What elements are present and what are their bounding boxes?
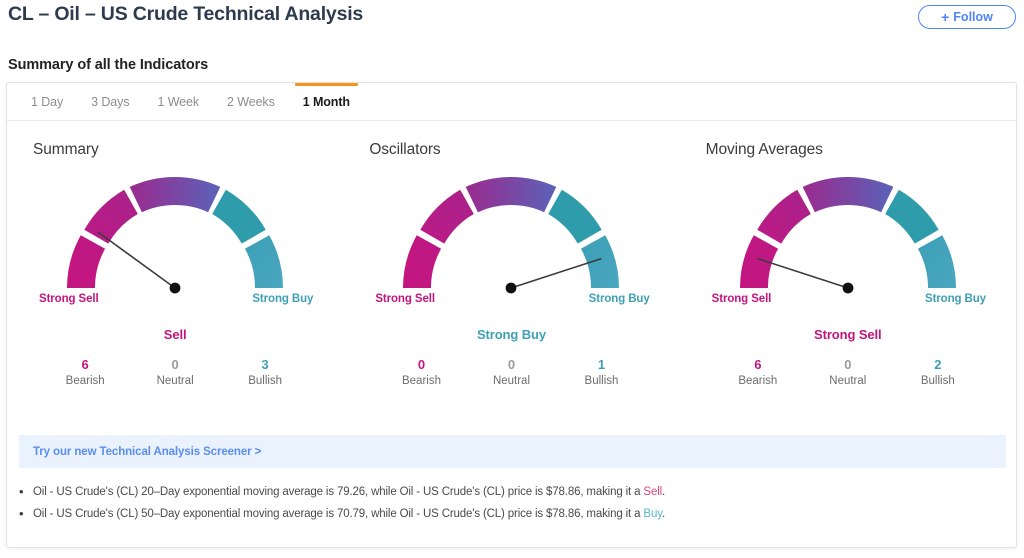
gauge-heading: Summary [33, 141, 99, 158]
timeframe-tabs: 1 Day 3 Days 1 Week 2 Weeks 1 Month [7, 83, 1016, 121]
bullet-item: • Oil - US Crude's (CL) 50–Day exponenti… [19, 503, 999, 525]
count-neutral: 0 Neutral [478, 357, 544, 389]
gauge-dial [728, 163, 968, 299]
gauge-verdict: Strong Buy [476, 327, 547, 342]
section-title: Summary of all the Indicators [8, 57, 209, 73]
count-bearish-value: 6 [754, 357, 762, 372]
follow-button[interactable]: + Follow [918, 5, 1016, 29]
count-bearish-label: Bearish [738, 375, 778, 387]
gauge-heading: Oscillators [369, 141, 441, 158]
gauge-hub [842, 282, 854, 294]
gauge-label-strong-sell: Strong Sell [39, 293, 99, 305]
bullet-suffix: . [662, 486, 666, 498]
technical-analysis-page: CL – Oil – US Crude Technical Analysis +… [0, 0, 1024, 558]
gauge-hub [169, 282, 181, 294]
gauge-label-strong-buy: Strong Buy [252, 293, 314, 305]
count-bullish-label: Bullish [920, 375, 955, 387]
count-neutral: 0 Neutral [142, 357, 208, 389]
count-bullish: 3 Bullish [232, 357, 298, 389]
screener-link[interactable]: Try our new Technical Analysis Screener … [33, 446, 261, 458]
summary-bullets: • Oil - US Crude's (CL) 20–Day exponenti… [19, 481, 999, 525]
bullet-verb: Sell [643, 486, 662, 498]
gauge-label-strong-buy: Strong Buy [588, 293, 650, 305]
count-bearish-label: Bearish [65, 375, 105, 387]
screener-banner: Try our new Technical Analysis Screener … [19, 435, 1006, 468]
follow-button-label: Follow [953, 10, 993, 24]
gauge-label-strong-buy: Strong Buy [925, 293, 986, 305]
count-bullish-label: Bullish [248, 375, 283, 387]
count-bearish-value: 0 [417, 357, 426, 372]
gauge-needle [97, 231, 176, 289]
bullet-prefix: Oil - US Crude's (CL) 20–Day exponential… [33, 486, 644, 498]
count-bullish-label: Bullish [584, 375, 619, 387]
bullet-verb: Buy [643, 508, 662, 520]
plus-icon: + [941, 9, 950, 25]
gauge-dial [55, 163, 295, 299]
count-bullish: 1 Bullish [568, 357, 634, 389]
gauge-verdict: Strong Sell [814, 327, 882, 342]
count-bullish: 2 Bullish [905, 357, 971, 389]
gauge-needle [757, 257, 849, 289]
tab-1-day[interactable]: 1 Day [17, 83, 77, 120]
bullet-item: • Oil - US Crude's (CL) 20–Day exponenti… [19, 481, 999, 503]
count-neutral-label: Neutral [492, 375, 531, 387]
count-neutral-label: Neutral [156, 375, 194, 387]
page-header: CL – Oil – US Crude Technical Analysis +… [0, 0, 1024, 46]
count-bullish-value: 1 [597, 357, 606, 372]
gauge-counts: 6 Bearish 0 Neutral 3 Bullish [52, 357, 298, 389]
tab-3-days[interactable]: 3 Days [77, 83, 143, 120]
indicators-card: 1 Day 3 Days 1 Week 2 Weeks 1 Month Summ… [6, 82, 1017, 548]
tab-label: 1 Day [31, 94, 64, 109]
bullet-marker-icon: • [19, 506, 24, 521]
gauge-counts: 0 Bearish 0 Neutral 1 Bullish [388, 357, 634, 389]
gauge-verdict: Sell [163, 327, 187, 342]
bullet-suffix: . [661, 508, 665, 520]
count-bullish-value: 2 [934, 357, 942, 372]
count-bearish: 6 Bearish [725, 357, 791, 389]
count-bearish-label: Bearish [401, 375, 441, 387]
tab-1-week[interactable]: 1 Week [143, 83, 213, 120]
count-neutral-value: 0 [171, 357, 179, 372]
gauge-needle [511, 257, 603, 289]
bullet-text: Oil - US Crude's (CL) 20–Day exponential… [33, 481, 999, 503]
gauge-hub [506, 282, 517, 294]
tab-label: 1 Week [157, 94, 200, 109]
gauge-arc-segments [403, 176, 620, 288]
tab-1-month[interactable]: 1 Month [289, 83, 364, 120]
tab-2-weeks[interactable]: 2 Weeks [213, 83, 289, 120]
gauge-label-strong-sell: Strong Sell [711, 293, 772, 305]
gauge-arc-segments [739, 176, 956, 288]
bullet-marker-icon: • [19, 484, 24, 499]
gauge-label-strong-sell: Strong Sell [375, 293, 435, 305]
tab-label: 3 Days [91, 94, 130, 109]
count-neutral-label: Neutral [829, 375, 867, 387]
gauge-heading: Moving Averages [705, 141, 823, 158]
count-neutral-value: 0 [844, 357, 852, 372]
count-neutral: 0 Neutral [815, 357, 881, 389]
tab-label: 2 Weeks [227, 94, 275, 109]
gauge-dial [391, 163, 631, 299]
page-title: CL – Oil – US Crude Technical Analysis [8, 3, 364, 25]
count-bullish-value: 3 [261, 357, 269, 372]
count-bearish: 0 Bearish [388, 357, 454, 389]
count-bearish-value: 6 [81, 357, 89, 372]
count-neutral-value: 0 [507, 357, 516, 372]
tab-label: 1 Month [302, 94, 350, 109]
count-bearish: 6 Bearish [52, 357, 118, 389]
gauge-counts: 6 Bearish 0 Neutral 2 Bullish [725, 357, 971, 389]
bullet-text: Oil - US Crude's (CL) 50–Day exponential… [33, 503, 999, 525]
bullet-prefix: Oil - US Crude's (CL) 50–Day exponential… [33, 508, 644, 520]
